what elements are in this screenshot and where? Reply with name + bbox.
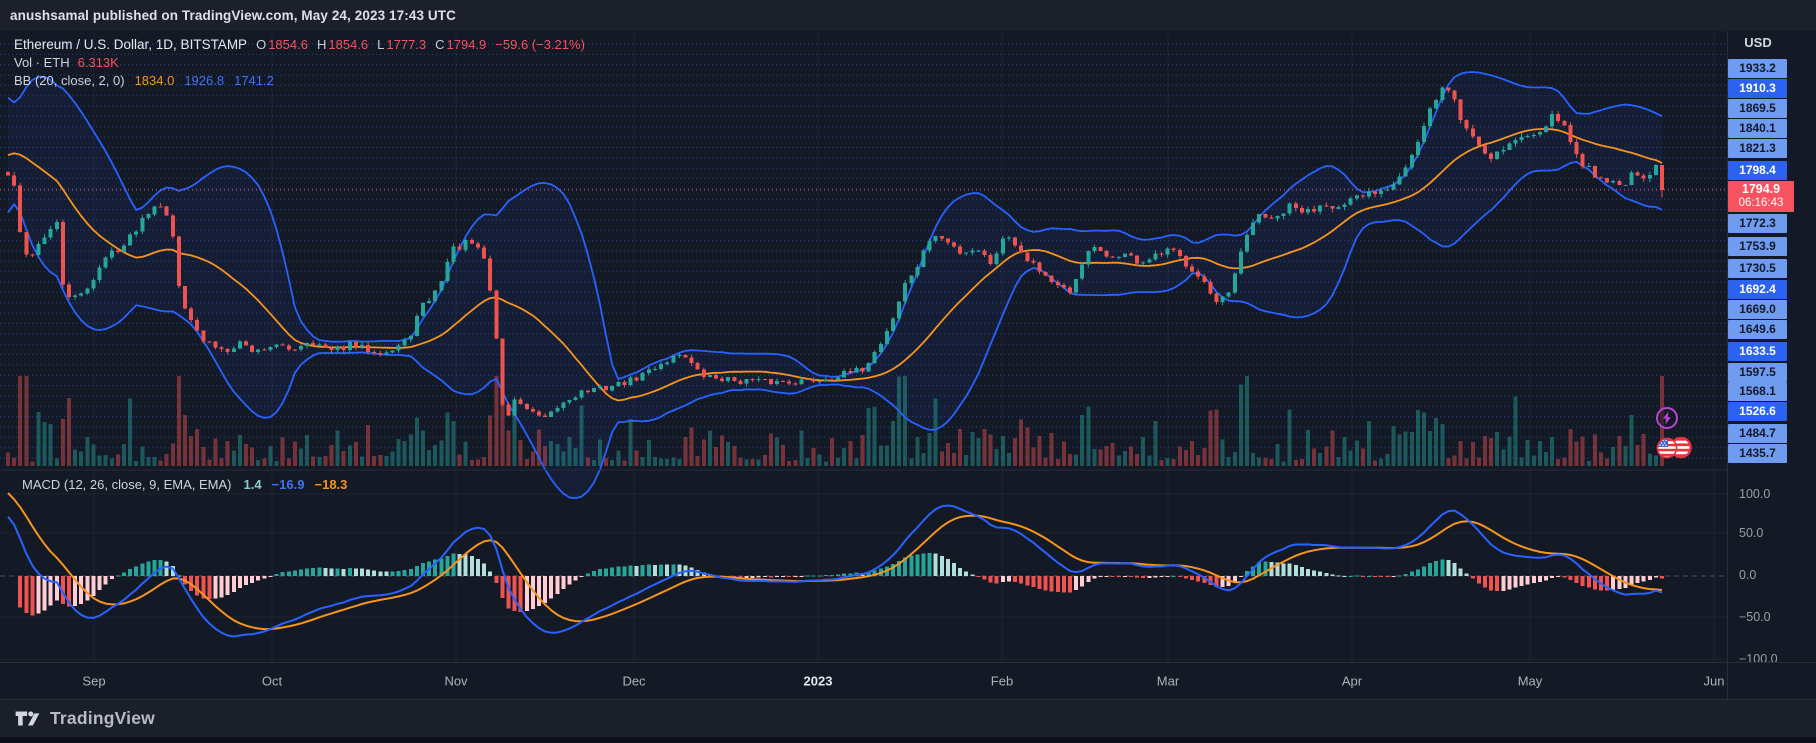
price-scale-label: 1910.3	[1728, 79, 1787, 98]
price-scale-label: 1633.5	[1728, 342, 1787, 361]
price-scale-label: 1692.4	[1728, 280, 1787, 299]
time-axis-label: Apr	[1342, 674, 1362, 689]
bar-countdown: 06:16:43	[1728, 197, 1794, 210]
time-axis-label: Mar	[1157, 674, 1179, 689]
price-scale-label: 1597.5	[1728, 363, 1787, 382]
time-axis-label: Oct	[262, 674, 282, 689]
tradingview-published-chart: anushsamal published on TradingView.com,…	[0, 0, 1816, 743]
price-scale-label: 1840.1	[1728, 119, 1787, 138]
price-scale-label: 1730.5	[1728, 259, 1787, 278]
footer-bar: TradingView	[0, 700, 1816, 737]
current-price-value: 1794.9	[1728, 181, 1794, 197]
price-chart-plot[interactable]	[0, 31, 1727, 662]
macd-scale-label: 0.0	[1739, 568, 1756, 582]
macd-scale-label: −50.0	[1739, 610, 1771, 624]
time-axis[interactable]: Sep Oct Nov Dec 2023 Feb Mar Apr May Jun	[0, 662, 1816, 700]
published-info-bar: anushsamal published on TradingView.com,…	[0, 0, 1816, 31]
price-scale-label: 1821.3	[1728, 139, 1787, 158]
price-scale-label: 1435.7	[1728, 444, 1787, 463]
tradingview-logo-icon[interactable]	[13, 707, 43, 730]
price-scale-label: 1798.4	[1728, 161, 1787, 180]
time-axis-label: Nov	[444, 674, 467, 689]
price-scale-label: 1568.1	[1728, 382, 1787, 401]
tradingview-brand-text[interactable]: TradingView	[50, 708, 155, 729]
price-scale-label: 1669.0	[1728, 300, 1787, 319]
price-scale-label: 1933.2	[1728, 59, 1787, 78]
macd-scale-label: 50.0	[1739, 526, 1763, 540]
time-axis-label: Feb	[991, 674, 1013, 689]
us-flag-event-icon[interactable]	[1655, 436, 1695, 465]
price-scale-currency: USD	[1728, 35, 1788, 50]
time-axis-label: Dec	[622, 674, 645, 689]
published-info-text: anushsamal published on TradingView.com,…	[10, 8, 456, 23]
price-scale-label: 1772.3	[1728, 214, 1787, 233]
price-scale-label: 1753.9	[1728, 237, 1787, 256]
price-scale-label: 1526.6	[1728, 402, 1787, 421]
price-scale-label: 1484.7	[1728, 424, 1787, 443]
price-scale-label: 1869.5	[1728, 99, 1787, 118]
price-scale[interactable]: USD 1933.21910.31869.51840.11821.3 1798.4…	[1727, 31, 1816, 700]
time-axis-label: 2023	[804, 674, 833, 689]
bottom-edge-strip	[0, 737, 1816, 743]
time-axis-label: May	[1518, 674, 1543, 689]
price-scale-label: 1649.6	[1728, 320, 1787, 339]
time-axis-label: Sep	[82, 674, 105, 689]
time-axis-label: Jun	[1704, 674, 1725, 689]
macd-scale-label: 100.0	[1739, 487, 1770, 501]
lightning-event-icon[interactable]	[1655, 406, 1679, 435]
chart-area[interactable]: Ethereum / U.S. Dollar, 1D, BITSTAMP O18…	[0, 31, 1816, 700]
current-price-badge: 1794.906:16:43	[1728, 181, 1794, 212]
